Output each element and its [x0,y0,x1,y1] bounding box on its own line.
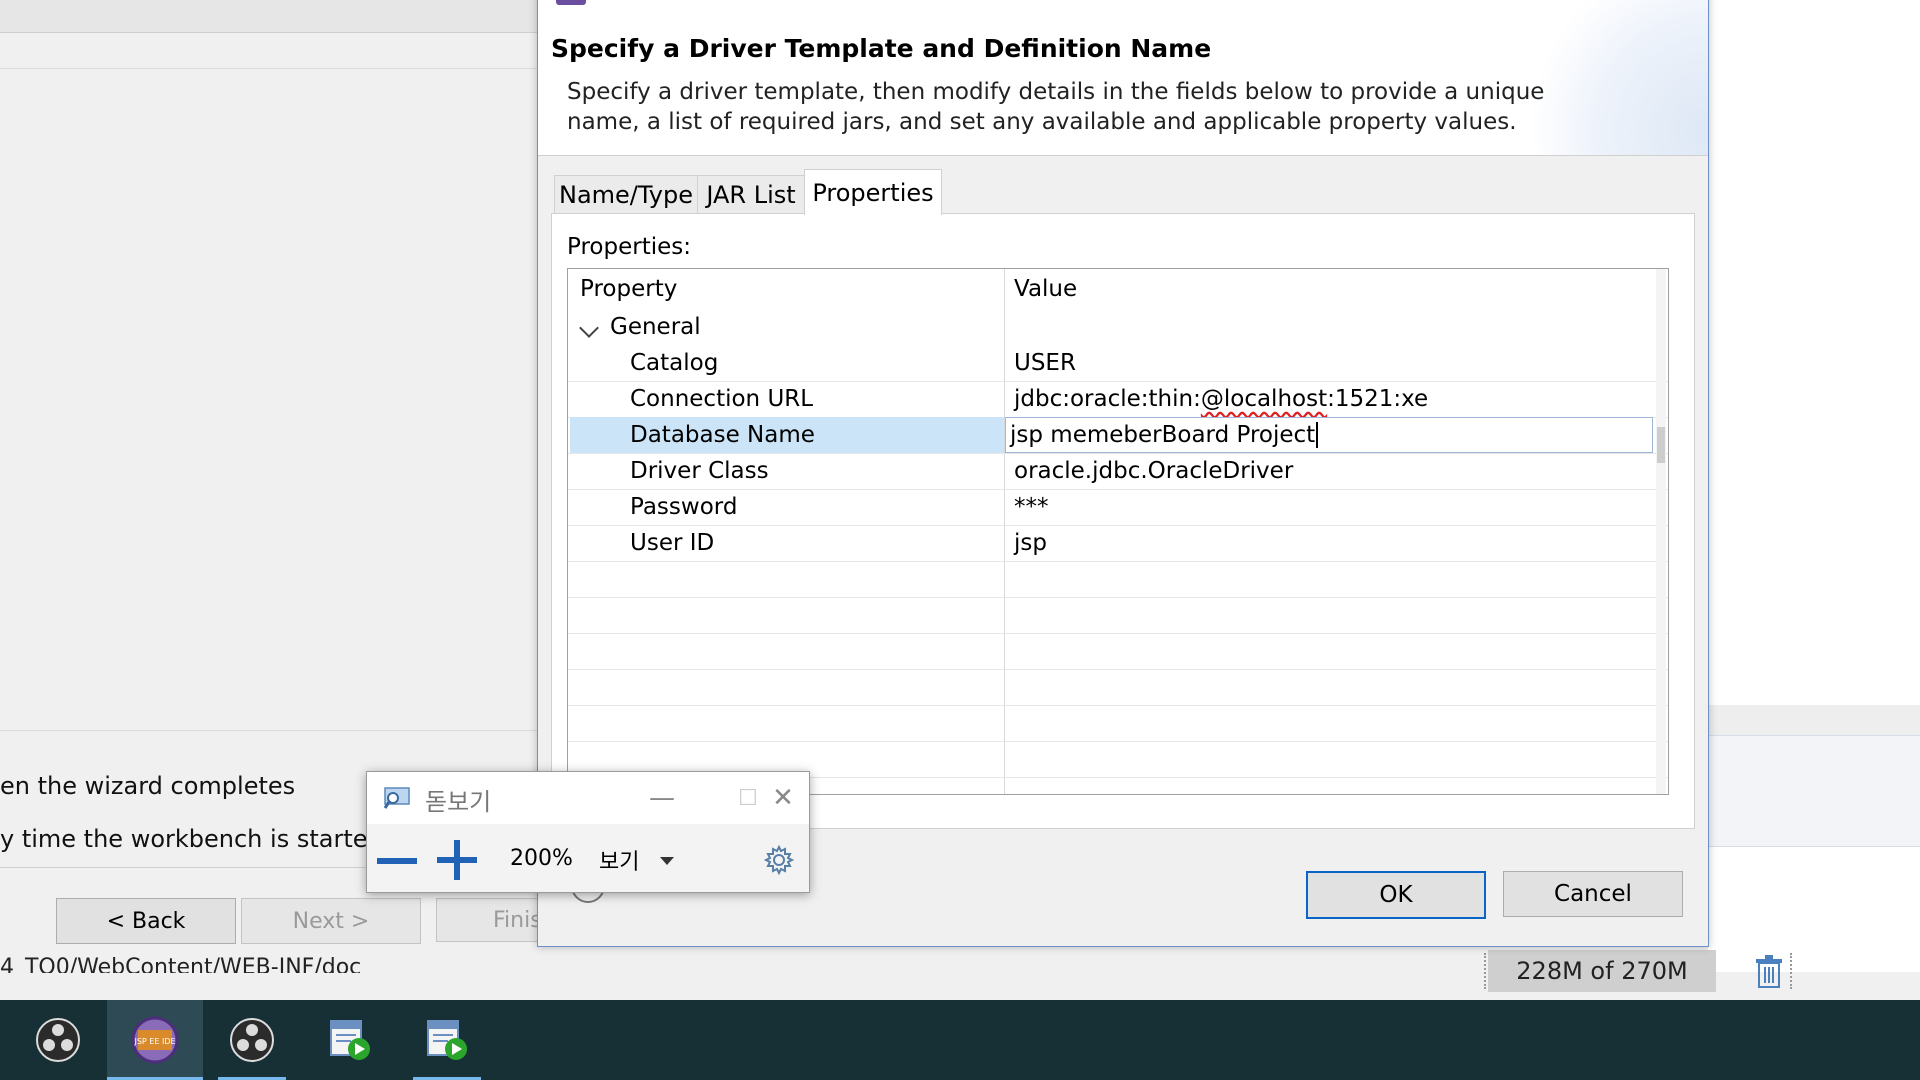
wizard-option-text: y time the workbench is started [0,825,383,853]
table-row[interactable]: Password *** [568,489,1668,526]
dialog-app-icon [556,0,586,5]
url-host-misspelled: @localhost [1200,386,1328,412]
taskbar-item-run-app[interactable] [302,1000,398,1080]
scrollbar-thumb[interactable] [1657,427,1665,463]
dialog-header: Specify a Driver Template and Definition… [538,0,1708,156]
properties-table: Property Value General Catalog USER Conn… [567,268,1669,795]
tab-jar-list[interactable]: JAR List [697,175,805,214]
property-name: Connection URL [630,386,814,412]
cancel-button[interactable]: Cancel [1503,871,1683,917]
dialog-title: Specify a Driver Template and Definition… [551,34,1212,63]
column-header-value[interactable]: Value [1014,269,1077,309]
url-prefix: jdbc:oracle:thin: [1014,386,1201,412]
column-header-property[interactable]: Property [580,269,677,309]
tab-name-type[interactable]: Name/Type [554,175,698,214]
property-name: User ID [630,530,715,556]
properties-panel: Properties: Property Value General Catal… [551,213,1695,829]
heap-status: 228M of 270M [1488,950,1716,992]
property-name: Catalog [630,350,719,376]
empty-row [568,633,1668,670]
empty-row [568,705,1668,742]
obs-icon [230,1018,274,1062]
table-row[interactable]: Database Name jsp memeberBoard Project [568,417,1668,454]
panel-band [1708,705,1920,735]
url-suffix: :1521:xe [1327,386,1429,412]
gear-icon[interactable] [763,844,795,876]
zoom-out-icon[interactable] [377,858,417,864]
chevron-down-icon[interactable] [579,318,599,338]
table-row[interactable]: User ID jsp [568,525,1668,562]
property-name: Driver Class [630,458,769,484]
property-value[interactable]: jdbc:oracle:thin: @localhost:1521:xe [1014,381,1654,417]
next-button[interactable]: Next > [241,898,421,944]
wizard-top-strip [0,0,540,33]
property-name: Password [630,494,738,520]
empty-row [568,597,1668,634]
divider [0,68,540,69]
group-label: General [610,314,701,340]
jsp-ee-ide-icon: JSP EE IDE [131,1016,179,1064]
text-caret [1316,422,1319,448]
close-icon[interactable]: ✕ [763,782,803,814]
run-app-icon [330,1020,370,1060]
magnifier-window: 돋보기 — ☐ ✕ 200% 보기 [366,771,810,893]
table-row[interactable]: Catalog USER [568,345,1668,382]
magnifier-title: 돋보기 [425,788,492,816]
taskbar-item-obs[interactable] [204,1000,300,1080]
zoom-level: 200% [510,846,573,871]
divider [0,730,540,731]
property-value[interactable]: USER [1014,345,1654,381]
group-row-general[interactable]: General [568,309,1668,345]
view-menu[interactable]: 보기 [599,844,639,876]
properties-label: Properties: [567,234,691,260]
workbench-background [1708,0,1920,972]
toolbar-grip [1790,953,1796,989]
property-value[interactable]: *** [1014,489,1654,525]
panel-band [1708,735,1920,847]
property-name: Database Name [570,417,1004,453]
vertical-scrollbar[interactable] [1656,269,1666,794]
magnifier-app-icon [383,787,410,809]
maximize-icon[interactable]: ☐ [728,782,768,814]
taskbar-item-run-app[interactable] [399,1000,495,1080]
database-name-text: jsp memeberBoard Project [1010,422,1316,448]
empty-row [568,669,1668,706]
trash-icon[interactable] [1754,955,1784,989]
zoom-in-icon[interactable] [437,840,477,880]
property-value[interactable]: oracle.jdbc.OracleDriver [1014,453,1654,489]
taskbar: JSP EE IDE [0,1000,1920,1080]
taskbar-item-ide[interactable]: JSP EE IDE [107,1000,203,1080]
database-name-input[interactable]: jsp memeberBoard Project [1005,417,1653,453]
ide-badge-text: JSP EE IDE [133,1037,175,1046]
chevron-down-icon[interactable] [660,857,674,865]
table-row[interactable]: Connection URL jdbc:oracle:thin: @localho… [568,381,1668,418]
table-row[interactable]: Driver Class oracle.jdbc.OracleDriver [568,453,1668,490]
wizard-option-text: en the wizard completes [0,772,296,800]
minimize-icon[interactable]: — [642,782,682,814]
run-app-icon [427,1020,467,1060]
obs-icon [36,1018,80,1062]
property-value[interactable]: jsp [1014,525,1654,561]
ok-button[interactable]: OK [1306,871,1486,919]
dialog-description: Specify a driver template, then modify d… [567,79,1545,135]
magnifier-titlebar[interactable]: 돋보기 — ☐ ✕ [367,772,809,824]
empty-row [568,561,1668,598]
back-button[interactable]: < Back [56,898,236,944]
finish-button[interactable]: Finis [436,898,546,942]
tab-properties[interactable]: Properties [804,169,942,215]
status-path: 4_TO0/WebContent/WEB-INF/doc [0,953,837,973]
taskbar-item-obs[interactable] [10,1000,106,1080]
